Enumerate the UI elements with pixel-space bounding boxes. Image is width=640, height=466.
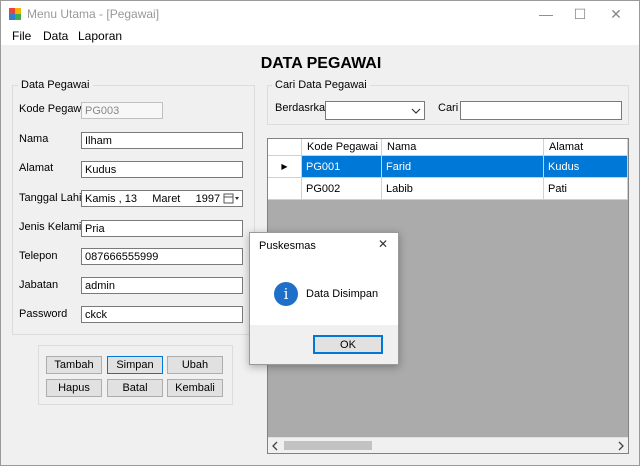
alamat-label: Alamat bbox=[19, 162, 54, 174]
chevron-down-icon bbox=[411, 106, 421, 114]
jenis-kelamin-field[interactable]: Pria bbox=[81, 220, 243, 237]
data-pegawai-group: Data Pegawai bbox=[12, 79, 255, 335]
cari-label: Cari bbox=[438, 102, 459, 114]
password-field[interactable]: ckck bbox=[81, 306, 243, 323]
cell-alamat[interactable]: Pati bbox=[544, 178, 628, 200]
scroll-left-icon[interactable] bbox=[271, 441, 279, 451]
kode-pegawai-field[interactable]: PG003 bbox=[81, 102, 163, 119]
nama-field[interactable]: Ilham bbox=[81, 132, 243, 149]
app-icon bbox=[9, 8, 21, 20]
telepon-field[interactable]: 087666555999 bbox=[81, 248, 243, 265]
jabatan-label: Jabatan bbox=[19, 279, 59, 291]
simpan-button[interactable]: Simpan bbox=[107, 356, 163, 374]
main-window: Menu Utama - [Pegawai] — ☐ ✕ File Data L… bbox=[0, 0, 640, 466]
kode-pegawai-label: Kode Pegawai bbox=[19, 103, 90, 115]
berdasarkan-select[interactable] bbox=[325, 101, 425, 120]
scroll-thumb[interactable] bbox=[284, 441, 372, 450]
menu-file[interactable]: File bbox=[12, 29, 31, 43]
menu-data[interactable]: Data bbox=[43, 29, 68, 43]
dialog-title: Puskesmas bbox=[259, 240, 316, 252]
berdasarkan-label: Berdasrkan bbox=[275, 102, 332, 114]
alamat-field[interactable]: Kudus bbox=[81, 161, 243, 178]
cell-nama[interactable]: Farid bbox=[382, 156, 544, 178]
group-title: Data Pegawai bbox=[18, 79, 93, 91]
calendar-icon[interactable] bbox=[223, 193, 240, 205]
row-selector-icon[interactable]: ▶ bbox=[268, 156, 302, 178]
hapus-button[interactable]: Hapus bbox=[46, 379, 102, 397]
nama-label: Nama bbox=[19, 133, 49, 145]
info-icon: i bbox=[274, 282, 298, 306]
telepon-label: Telepon bbox=[19, 250, 58, 262]
tambah-button[interactable]: Tambah bbox=[46, 356, 102, 374]
cell-nama[interactable]: Labib bbox=[382, 178, 544, 200]
ok-button[interactable]: OK bbox=[313, 335, 383, 354]
row-header-corner bbox=[268, 139, 302, 156]
password-label: Password bbox=[19, 308, 68, 320]
ubah-button[interactable]: Ubah bbox=[167, 356, 223, 374]
close-button[interactable]: ✕ bbox=[593, 1, 639, 27]
tanggal-lahir-value: Kamis , 13 Maret 1997 bbox=[85, 193, 221, 205]
page-title: DATA PEGAWAI bbox=[260, 55, 382, 72]
batal-button[interactable]: Batal bbox=[107, 379, 163, 397]
title-bar: Menu Utama - [Pegawai] — ☐ ✕ bbox=[1, 1, 639, 27]
cell-kode[interactable]: PG002 bbox=[302, 178, 382, 200]
horizontal-scrollbar[interactable] bbox=[268, 437, 628, 453]
menu-laporan[interactable]: Laporan bbox=[78, 29, 122, 43]
tanggal-lahir-label: Tanggal Lahir bbox=[19, 192, 86, 204]
jenis-kelamin-label: Jenis Kelamin bbox=[19, 221, 88, 233]
menu-bar: File Data Laporan bbox=[1, 27, 639, 45]
group-title: Cari Data Pegawai bbox=[272, 79, 370, 91]
column-header-alamat[interactable]: Alamat bbox=[544, 139, 628, 156]
cell-kode[interactable]: PG001 bbox=[302, 156, 382, 178]
dialog-footer: OK bbox=[250, 325, 398, 364]
scroll-right-icon[interactable] bbox=[617, 441, 625, 451]
dialog-message: Data Disimpan bbox=[306, 288, 379, 300]
message-dialog: Puskesmas ✕ i Data Disimpan OK bbox=[249, 232, 399, 365]
tanggal-lahir-picker[interactable]: Kamis , 13 Maret 1997 bbox=[81, 190, 243, 207]
jabatan-field[interactable]: admin bbox=[81, 277, 243, 294]
dialog-close-icon[interactable]: ✕ bbox=[378, 237, 388, 251]
cell-alamat[interactable]: Kudus bbox=[544, 156, 628, 178]
window-title: Menu Utama - [Pegawai] bbox=[27, 7, 160, 21]
column-header-kode[interactable]: Kode Pegawai bbox=[302, 139, 382, 156]
row-header[interactable] bbox=[268, 178, 302, 200]
kembali-button[interactable]: Kembali bbox=[167, 379, 223, 397]
cari-input[interactable] bbox=[460, 101, 622, 120]
column-header-nama[interactable]: Nama bbox=[382, 139, 544, 156]
